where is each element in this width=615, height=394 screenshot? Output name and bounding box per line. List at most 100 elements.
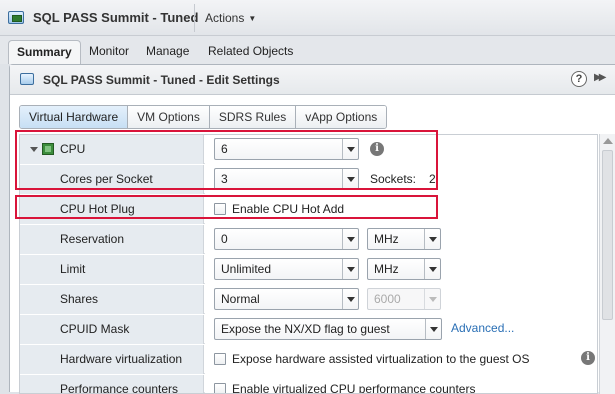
hardware-virtualization-checkbox[interactable] <box>214 353 226 365</box>
tab-monitor[interactable]: Monitor <box>81 40 137 64</box>
reservation-unit-select[interactable]: MHz <box>367 228 441 250</box>
chevron-down-icon[interactable] <box>342 289 358 309</box>
limit-label: Limit <box>60 262 86 276</box>
shares-label: Shares <box>60 292 99 306</box>
info-icon[interactable]: i <box>581 351 595 365</box>
chevron-down-icon[interactable] <box>424 259 440 279</box>
row-hardware-virtualization: Hardware virtualization Expose hardware … <box>20 345 597 374</box>
shares-amount-value: 6000 <box>374 292 401 306</box>
row-value-cell: Expose hardware assisted virtualization … <box>205 345 597 374</box>
row-label-cell: Performance counters <box>20 375 204 394</box>
object-tabs: Summary Monitor Manage Related Objects <box>0 36 615 64</box>
reservation-value: 0 <box>221 232 228 246</box>
vm-title: SQL PASS Summit - Tuned <box>33 10 199 25</box>
expand-panel-icon[interactable]: ▶▶ <box>594 72 607 83</box>
row-value-cell: Expose the NX/XD flag to guest Advanced.… <box>205 315 597 344</box>
row-label-cell: CPU Hot Plug <box>20 195 204 224</box>
row-value-cell: 3 Sockets: 2 <box>205 165 597 194</box>
grid-scrollbar[interactable] <box>599 134 615 394</box>
cpu-count-value: 6 <box>221 142 228 156</box>
row-label-cell: Hardware virtualization <box>20 345 204 374</box>
limit-unit: MHz <box>374 262 399 276</box>
performance-counters-checkbox[interactable] <box>214 383 226 393</box>
hardware-virtualization-label: Hardware virtualization <box>60 352 183 366</box>
reservation-input[interactable]: 0 <box>214 228 359 250</box>
row-value-cell: Enable CPU Hot Add <box>205 195 597 224</box>
chevron-down-icon: ▼ <box>248 14 257 23</box>
row-shares: Shares Normal 6000 <box>20 285 597 314</box>
cores-per-socket-label: Cores per Socket <box>60 172 153 186</box>
row-label-cell: CPU <box>20 135 204 164</box>
chevron-down-icon <box>424 289 440 309</box>
info-icon[interactable]: i <box>370 142 384 156</box>
cpu-hot-add-label: Enable CPU Hot Add <box>232 202 345 216</box>
tab-related-objects[interactable]: Related Objects <box>200 40 301 64</box>
chevron-down-icon[interactable] <box>342 169 358 189</box>
chevron-down-icon[interactable] <box>342 139 358 159</box>
sockets-label: Sockets: <box>370 172 417 186</box>
chevron-down-icon[interactable] <box>342 259 358 279</box>
tab-summary[interactable]: Summary <box>8 40 81 64</box>
cores-per-socket-select[interactable]: 3 <box>214 168 359 190</box>
actions-menu-button[interactable]: Actions ▼ <box>205 11 256 25</box>
sockets-value: 2 <box>429 172 436 186</box>
row-reservation: Reservation 0 MHz <box>20 225 597 254</box>
divider <box>194 4 195 32</box>
dialog-header: SQL PASS Summit - Tuned - Edit Settings … <box>10 65 615 95</box>
limit-unit-select[interactable]: MHz <box>367 258 441 280</box>
shares-level-value: Normal <box>221 292 260 306</box>
dialog-title: SQL PASS Summit - Tuned - Edit Settings <box>43 73 280 87</box>
chevron-down-icon[interactable] <box>342 229 358 249</box>
reservation-label: Reservation <box>60 232 125 246</box>
limit-value: Unlimited <box>221 262 272 276</box>
cpu-hot-add-checkbox[interactable] <box>214 203 226 215</box>
row-cores-per-socket: Cores per Socket 3 Sockets: 2 <box>20 165 597 194</box>
row-value-cell: Unlimited MHz <box>205 255 597 284</box>
chevron-down-icon[interactable] <box>425 319 441 339</box>
vm-settings-icon <box>20 73 34 85</box>
row-label-cell: Limit <box>20 255 204 284</box>
subtab-virtual-hardware[interactable]: Virtual Hardware <box>20 106 129 128</box>
edit-settings-dialog: SQL PASS Summit - Tuned - Edit Settings … <box>9 64 615 394</box>
cpuid-mask-label: CPUID Mask <box>60 322 130 336</box>
tab-manage[interactable]: Manage <box>138 40 197 64</box>
cpu-hot-plug-label: CPU Hot Plug <box>60 202 135 216</box>
row-cpu: CPU 6 i <box>20 135 597 164</box>
cores-per-socket-value: 3 <box>221 172 228 186</box>
scroll-up-icon[interactable] <box>603 138 613 144</box>
performance-counters-option: Enable virtualized CPU performance count… <box>232 382 476 394</box>
row-label-cell: CPUID Mask <box>20 315 204 344</box>
shares-level-select[interactable]: Normal <box>214 288 359 310</box>
cpu-settings-grid: CPU 6 i Cores per Socket 3 Sockets: 2 CP… <box>19 134 598 394</box>
vm-header-bar: SQL PASS Summit - Tuned Actions ▼ <box>0 0 615 36</box>
subtab-sdrs-rules[interactable]: SDRS Rules <box>209 106 297 128</box>
row-label-cell: Reservation <box>20 225 204 254</box>
limit-input[interactable]: Unlimited <box>214 258 359 280</box>
row-cpu-hot-plug: CPU Hot Plug Enable CPU Hot Add <box>20 195 597 224</box>
chevron-down-icon[interactable] <box>424 229 440 249</box>
row-value-cell: Normal 6000 <box>205 285 597 314</box>
scroll-thumb[interactable] <box>602 150 613 320</box>
subtab-vapp-options[interactable]: vApp Options <box>296 106 387 128</box>
row-limit: Limit Unlimited MHz <box>20 255 597 284</box>
performance-counters-label: Performance counters <box>60 382 179 394</box>
settings-subtabs: Virtual Hardware VM Options SDRS Rules v… <box>19 105 388 129</box>
row-performance-counters: Performance counters Enable virtualized … <box>20 375 597 394</box>
actions-label: Actions <box>205 11 245 25</box>
row-label-cell: Cores per Socket <box>20 165 204 194</box>
cpu-icon <box>42 143 54 155</box>
advanced-link[interactable]: Advanced... <box>451 321 514 335</box>
cpuid-mask-value: Expose the NX/XD flag to guest <box>221 322 390 336</box>
cpu-count-select[interactable]: 6 <box>214 138 359 160</box>
hardware-virtualization-option: Expose hardware assisted virtualization … <box>232 352 530 366</box>
vm-icon <box>8 11 24 24</box>
cpuid-mask-select[interactable]: Expose the NX/XD flag to guest <box>214 318 442 340</box>
help-icon[interactable]: ? <box>571 71 587 87</box>
subtab-vm-options[interactable]: VM Options <box>128 106 210 128</box>
row-label-cell: Shares <box>20 285 204 314</box>
row-value-cell: Enable virtualized CPU performance count… <box>205 375 597 394</box>
cpu-label: CPU <box>60 142 86 156</box>
collapse-caret-icon[interactable] <box>30 147 38 152</box>
row-value-cell: 6 i <box>205 135 597 164</box>
reservation-unit: MHz <box>374 232 399 246</box>
